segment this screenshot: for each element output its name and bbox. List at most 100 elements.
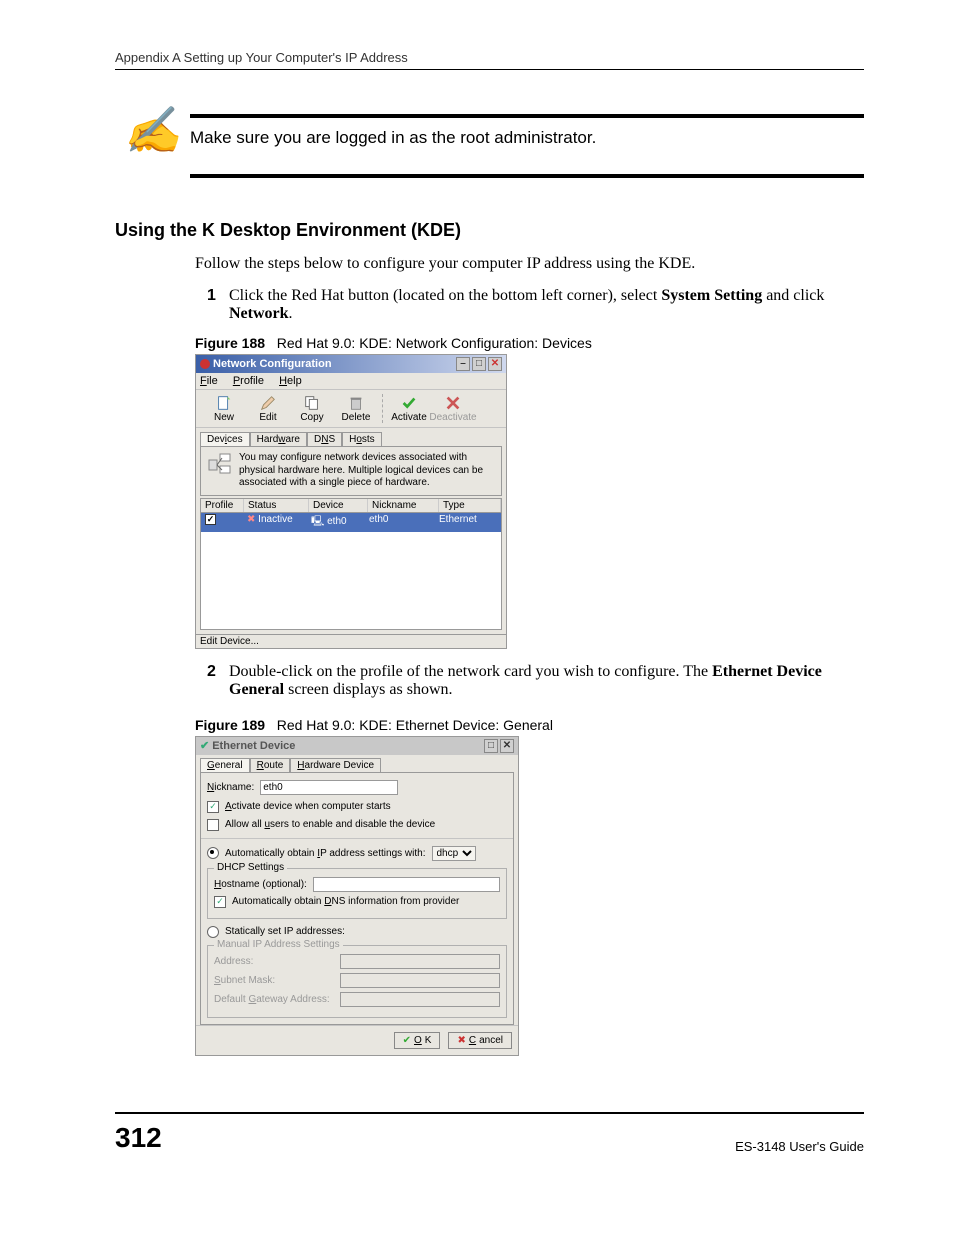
maximize-button[interactable]: □ (484, 739, 498, 753)
network-config-window: Network Configuration – □ ✕ File Profile… (195, 354, 507, 649)
tab-dns[interactable]: DNS (307, 432, 342, 446)
col-profile[interactable]: Profile (201, 499, 244, 512)
intro-paragraph: Follow the steps below to configure your… (195, 255, 864, 273)
protocol-select[interactable]: dhcp (432, 846, 476, 861)
running-head: Appendix A Setting up Your Computer's IP… (115, 50, 864, 65)
section-heading: Using the K Desktop Environment (KDE) (115, 220, 864, 241)
titlebar: Network Configuration – □ ✕ (196, 355, 506, 373)
step-number: 2 (207, 663, 229, 699)
maximize-button[interactable]: □ (472, 357, 486, 371)
guide-name: ES-3148 User's Guide (735, 1139, 864, 1154)
manual-ip-group: Manual IP Address Settings Address: Subn… (207, 945, 507, 1018)
allow-users-checkbox[interactable] (207, 819, 219, 831)
delete-button[interactable]: Delete (336, 394, 376, 423)
info-text: You may configure network devices associ… (239, 452, 495, 490)
dhcp-legend: DHCP Settings (214, 862, 287, 873)
activate-button[interactable]: Activate (389, 394, 429, 423)
ok-button[interactable]: ✔ OK (394, 1032, 441, 1049)
window-title: Network Configuration (213, 358, 332, 370)
network-devices-icon (207, 452, 233, 490)
menu-profile[interactable]: Profile (233, 375, 264, 387)
row-checkbox[interactable]: ✓ (205, 514, 216, 525)
close-button[interactable]: ✕ (488, 357, 502, 371)
statusbar: Edit Device... (196, 634, 506, 648)
tab-hardware-device[interactable]: Hardware Device (290, 758, 381, 772)
table-row[interactable]: ✓ ✖ Inactive 🖳 eth0 eth0 Ethernet (201, 513, 501, 532)
step-number: 1 (207, 287, 229, 323)
fig189-label: Figure 189 (195, 717, 265, 733)
titlebar: ✔ Ethernet Device □ ✕ (196, 737, 518, 755)
pencil-note-icon: ✍ (124, 104, 181, 156)
step2-post: screen displays as shown. (284, 681, 452, 698)
col-device[interactable]: Device (309, 499, 368, 512)
edit-button[interactable]: Edit (248, 394, 288, 423)
device-table: Profile Status Device Nickname Type ✓ ✖ … (200, 498, 502, 630)
address-label: Address: (214, 956, 334, 967)
step-1: 1 Click the Red Hat button (located on t… (207, 287, 864, 323)
col-status[interactable]: Status (244, 499, 309, 512)
check-icon: ✔ (403, 1035, 411, 1046)
row-type: Ethernet (435, 513, 501, 532)
app-menu-icon[interactable] (200, 359, 210, 369)
nickname-field[interactable] (260, 780, 398, 795)
app-icon: ✔ (200, 739, 209, 752)
col-nickname[interactable]: Nickname (368, 499, 439, 512)
new-button[interactable]: New (204, 394, 244, 423)
step1-mid: and click (762, 287, 824, 304)
tab-general[interactable]: General (200, 758, 250, 772)
footer: 312 ES-3148 User's Guide (115, 1112, 864, 1154)
header-rule (115, 69, 864, 70)
static-ip-radio[interactable] (207, 926, 219, 938)
activate-label: Activate device when computer starts (225, 801, 391, 812)
subnet-field (340, 973, 500, 988)
deactivate-button[interactable]: Deactivate (433, 394, 473, 423)
tab-route[interactable]: Route (250, 758, 291, 772)
row-device: 🖳 eth0 (311, 516, 347, 527)
gateway-field (340, 992, 500, 1007)
tab-devices[interactable]: Devices (200, 432, 250, 446)
info-box: You may configure network devices associ… (200, 446, 502, 496)
row-nickname: eth0 (365, 513, 435, 532)
hostname-label: Hostname (optional): (214, 879, 307, 890)
minimize-button[interactable]: – (456, 357, 470, 371)
auto-dns-checkbox[interactable]: ✓ (214, 896, 226, 908)
auto-dns-label: Automatically obtain DNS information fro… (232, 896, 459, 907)
hostname-field[interactable] (313, 877, 500, 892)
step-2: 2 Double-click on the profile of the net… (207, 663, 864, 699)
address-field (340, 954, 500, 969)
menu-file[interactable]: File (200, 375, 218, 387)
note-icon-col: ✍ (115, 110, 190, 151)
step1-bold2: Network (229, 305, 289, 322)
fig189-caption: Red Hat 9.0: KDE: Ethernet Device: Gener… (277, 717, 553, 733)
row-status: Inactive (258, 514, 292, 525)
fig188-label: Figure 188 (195, 335, 265, 351)
close-button[interactable]: ✕ (500, 739, 514, 753)
dhcp-settings-group: DHCP Settings Hostname (optional): ✓ Aut… (207, 868, 507, 919)
manual-legend: Manual IP Address Settings (214, 939, 343, 950)
gateway-label: Default Gateway Address: (214, 994, 334, 1005)
tab-bar: Devices Hardware DNS Hosts (196, 428, 506, 446)
note-rule-bottom (190, 174, 864, 178)
ethernet-device-window: ✔ Ethernet Device □ ✕ General Route Hard… (195, 736, 519, 1056)
tab-hosts[interactable]: Hosts (342, 432, 382, 446)
copy-button[interactable]: Copy (292, 394, 332, 423)
menubar: File Profile Help (196, 373, 506, 390)
x-icon: ✖ (457, 1035, 465, 1046)
auto-ip-radio[interactable] (207, 847, 219, 859)
static-ip-label: Statically set IP addresses: (225, 926, 345, 937)
activate-checkbox[interactable]: ✓ (207, 801, 219, 813)
step1-post: . (289, 305, 293, 322)
step2-pre: Double-click on the profile of the netwo… (229, 663, 712, 680)
fig188-caption: Red Hat 9.0: KDE: Network Configuration:… (277, 335, 592, 351)
toolbar: New Edit Copy Delete Activate Deactiva (196, 390, 506, 428)
step1-pre: Click the Red Hat button (located on the… (229, 287, 661, 304)
tab-hardware[interactable]: Hardware (250, 432, 307, 446)
menu-help[interactable]: Help (279, 375, 302, 387)
subnet-label: Subnet Mask: (214, 975, 334, 986)
cancel-button[interactable]: ✖ Cancel (448, 1032, 512, 1049)
allow-users-label: Allow all users to enable and disable th… (225, 819, 435, 830)
step1-bold1: System Setting (661, 287, 762, 304)
page-number: 312 (115, 1122, 162, 1154)
col-type[interactable]: Type (439, 499, 501, 512)
nickname-label: Nickname: (207, 782, 254, 793)
